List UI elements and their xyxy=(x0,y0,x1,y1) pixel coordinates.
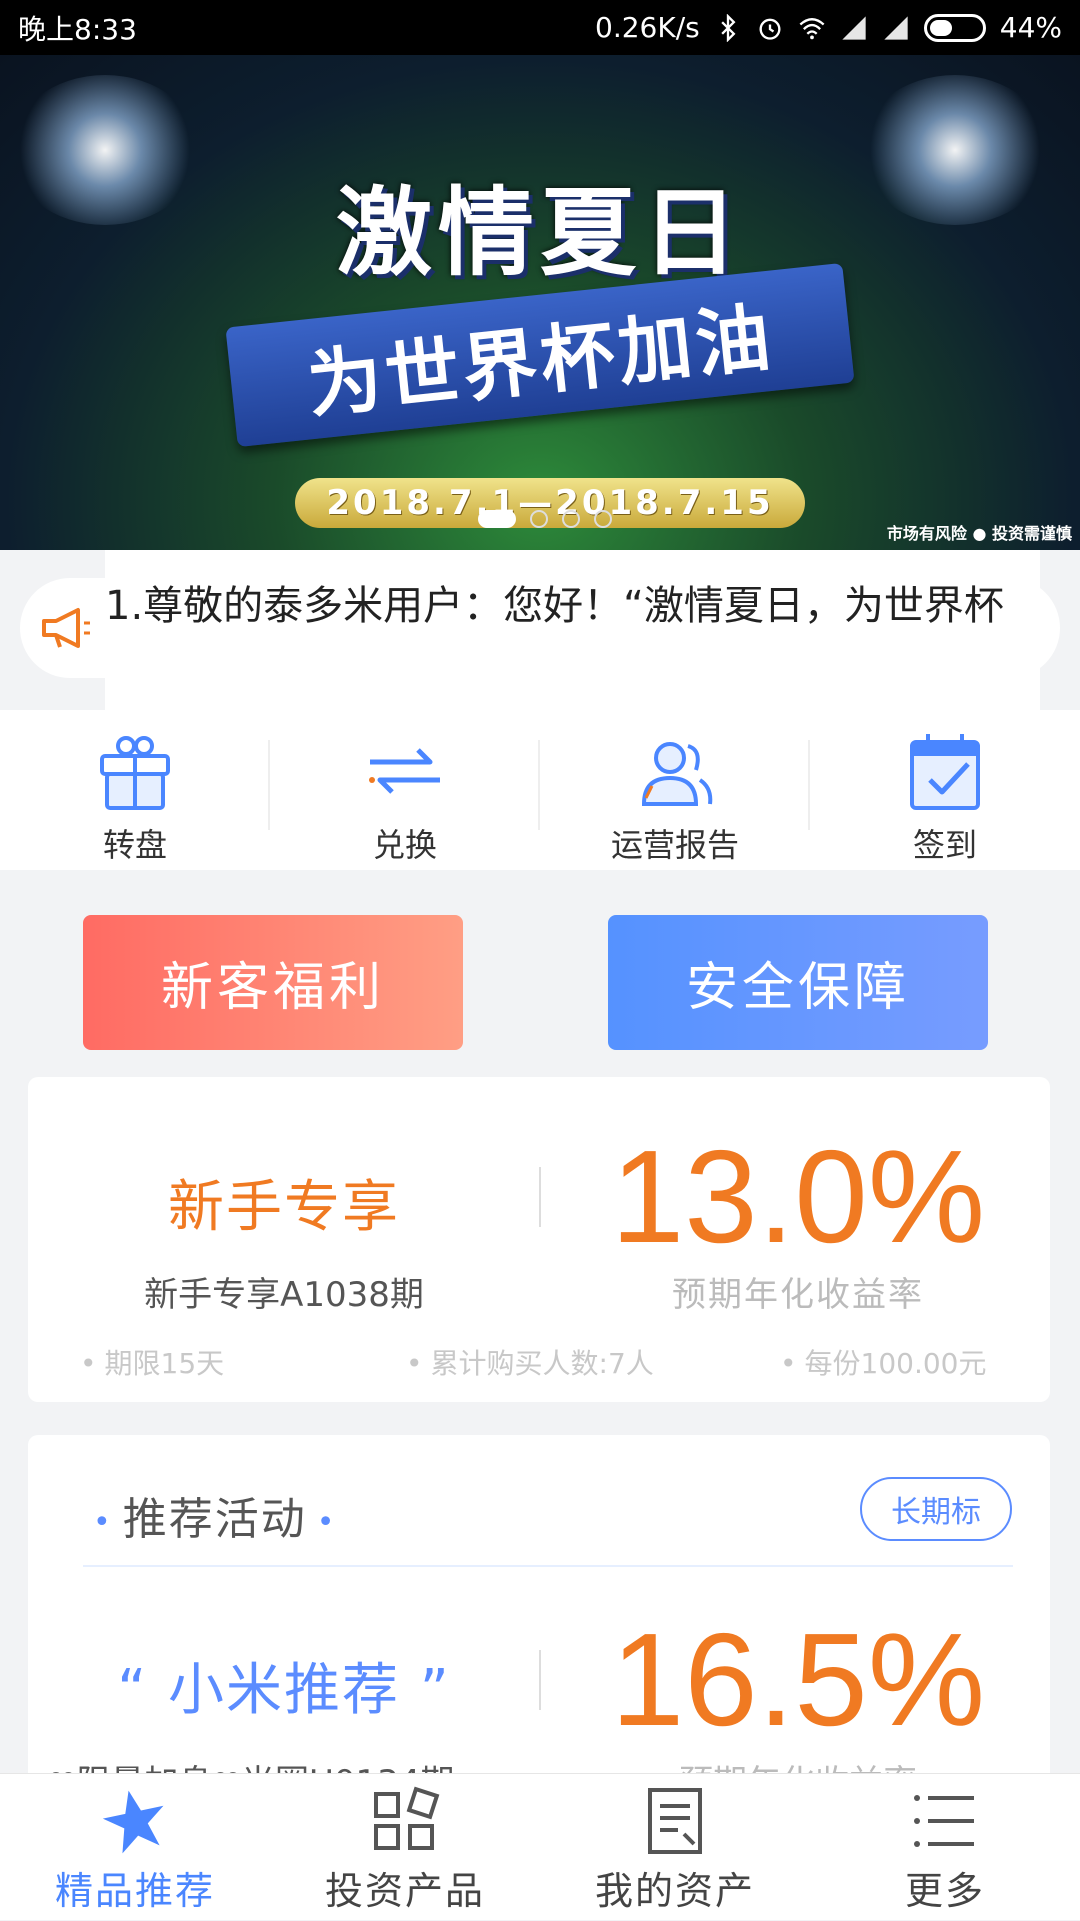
carousel-dot[interactable] xyxy=(530,510,548,528)
status-time: 晚上8:33 xyxy=(18,12,137,46)
grid-icon xyxy=(374,1786,440,1850)
product-rate: 13.0% xyxy=(610,1123,986,1270)
action-buttons: 新客福利 安全保障 xyxy=(0,915,1080,1050)
quick-item-label: 运营报告 xyxy=(610,826,739,864)
bluetooth-icon xyxy=(721,13,736,42)
nav-featured[interactable]: 精品推荐 xyxy=(0,1774,270,1921)
new-customer-button[interactable]: 新客福利 xyxy=(83,915,463,1050)
wifi-icon xyxy=(799,17,825,39)
alarm-icon xyxy=(759,18,781,40)
product-buyers: 累计购买人数:7人 xyxy=(406,1342,654,1382)
rate-label: 预期年化收益率 xyxy=(672,1275,924,1315)
nav-label: 我的资产 xyxy=(594,1869,755,1913)
quick-item-label: 兑换 xyxy=(372,826,437,864)
calendar-check-icon xyxy=(910,734,980,810)
signal-icon-2 xyxy=(884,15,908,40)
battery-icon xyxy=(923,13,986,42)
quick-item-wheel[interactable]: 转盘 xyxy=(0,710,270,870)
bottom-nav: 精品推荐 投资产品 我的资产 更多 xyxy=(0,1773,1080,1920)
recommended-name: “ 小米推荐 ” xyxy=(117,1658,451,1723)
featured-product-card[interactable]: 新手专享 新手专享A1038期 13.0% 预期年化收益率 期限15天 累计购买… xyxy=(28,1077,1050,1402)
product-code: 新手专享A1038期 xyxy=(144,1275,424,1315)
section-title-text: 推荐活动 xyxy=(122,1494,307,1545)
users-icon xyxy=(641,742,713,806)
document-icon xyxy=(648,1788,702,1854)
nav-label: 投资产品 xyxy=(324,1869,485,1913)
divider xyxy=(83,1565,1013,1567)
promo-banner[interactable]: 激情夏日 为世界杯加油 2018.7.1—2018.7.15 市场有风险 ● 投… xyxy=(0,55,1080,550)
divider xyxy=(539,1650,541,1710)
nav-label: 更多 xyxy=(904,1869,985,1913)
nav-assets[interactable]: 我的资产 xyxy=(540,1774,810,1921)
product-name: 新手专享 xyxy=(168,1175,400,1240)
security-button[interactable]: 安全保障 xyxy=(608,915,988,1050)
menu-icon xyxy=(914,1795,974,1847)
product-term: 期限15天 xyxy=(80,1342,225,1382)
banner-title: 激情夏日 xyxy=(336,177,744,289)
section-title: • 推荐活动 • xyxy=(93,1494,337,1545)
quick-item-label: 转盘 xyxy=(102,826,167,864)
quick-item-label: 签到 xyxy=(912,826,977,864)
risk-disclaimer: 市场有风险 ● 投资需谨慎 xyxy=(886,524,1072,543)
exchange-icon xyxy=(369,748,440,794)
star-icon xyxy=(102,1790,164,1854)
nav-products[interactable]: 投资产品 xyxy=(270,1774,540,1921)
banner-subtitle: 为世界杯加油 xyxy=(303,294,778,429)
megaphone-icon xyxy=(42,608,90,648)
divider xyxy=(539,1167,541,1227)
carousel-dot[interactable] xyxy=(478,510,516,528)
recommended-rate: 16.5% xyxy=(610,1606,986,1753)
quick-item-report[interactable]: 运营报告 xyxy=(540,710,810,870)
network-speed: 0.26K/s xyxy=(595,11,700,44)
gift-icon xyxy=(100,736,170,810)
carousel-dot[interactable] xyxy=(562,510,580,528)
signal-icon xyxy=(842,15,866,40)
carousel-indicator xyxy=(478,510,612,528)
nav-more[interactable]: 更多 xyxy=(810,1774,1080,1921)
battery-percent: 44% xyxy=(999,11,1062,44)
notice-marquee[interactable]: 1.尊敬的泰多米用户：您好！“激情夏日，为世界杯 xyxy=(105,550,1040,710)
quick-item-exchange[interactable]: 兑换 xyxy=(270,710,540,870)
quick-item-checkin[interactable]: 签到 xyxy=(810,710,1080,870)
carousel-dot[interactable] xyxy=(594,510,612,528)
quick-nav: 转盘 兑换 运营报告 签到 xyxy=(0,710,1080,870)
nav-label: 精品推荐 xyxy=(54,1869,215,1913)
status-bar: 晚上8:33 0.26K/s 44% xyxy=(0,0,1080,55)
product-price: 每份100.00元 xyxy=(780,1342,987,1382)
long-term-tag[interactable]: 长期标 xyxy=(860,1477,1012,1541)
